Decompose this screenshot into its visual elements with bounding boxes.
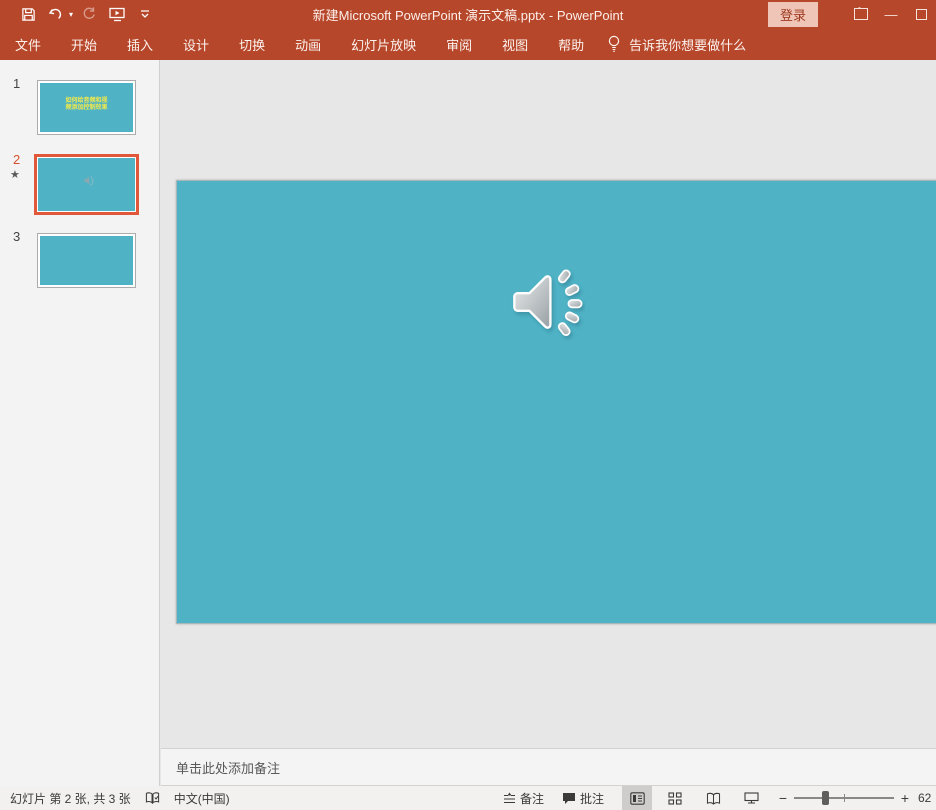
slideshow-icon [744,792,759,805]
tab-help[interactable]: 帮助 [543,28,599,60]
slide-3-number: 3 [13,229,20,244]
ribbon-display-options-icon[interactable] [846,0,876,28]
reading-view-icon [706,792,721,805]
customize-qat-icon[interactable] [133,3,157,25]
slide-thumbnail-panel: 1 如何给音频和视 频添加控制效果 2 ★ 3 [0,60,160,786]
maximize-icon[interactable] [906,0,936,28]
zoom-percentage[interactable]: 62 [914,791,936,805]
tab-review[interactable]: 审阅 [431,28,487,60]
current-slide-canvas[interactable] [176,180,936,624]
zoom-slider-handle[interactable] [822,791,829,805]
slide-editing-area[interactable] [161,60,936,748]
tab-view[interactable]: 视图 [487,28,543,60]
tell-me-label: 告诉我你想要做什么 [629,35,746,54]
slide-sorter-icon [668,792,682,805]
ribbon-tab-bar: 文件 开始 插入 设计 切换 动画 幻灯片放映 审阅 视图 帮助 告诉我你想要做… [0,28,936,60]
slide-3-thumbnail[interactable] [37,233,136,288]
minimize-icon[interactable]: — [876,0,906,28]
notes-pane[interactable]: 单击此处添加备注 [161,748,936,786]
slide-position-indicator[interactable]: 幻灯片 第 2 张, 共 3 张 [10,790,131,807]
notes-icon [503,792,516,804]
mini-audio-icon [83,175,94,186]
reading-view-button[interactable] [698,786,728,810]
zoom-in-button[interactable]: + [896,790,914,806]
comments-toggle[interactable]: 批注 [562,790,604,807]
undo-icon[interactable] [44,3,68,25]
quick-access-toolbar: ▾ [0,3,157,25]
status-bar: 幻灯片 第 2 张, 共 3 张 中文(中国) 备注 批注 [0,786,936,810]
spell-check-icon[interactable] [145,791,160,805]
slide-2-number: 2 [13,152,20,167]
undo-dropdown-icon[interactable]: ▾ [69,10,73,19]
save-icon[interactable] [16,3,40,25]
title-bar: ▾ 新建Microsoft PowerPoint 演示文稿.pptx - Pow… [0,0,936,28]
normal-view-button[interactable] [622,786,652,810]
audio-speaker-icon[interactable] [507,263,585,341]
normal-view-icon [630,792,645,805]
tell-me-box[interactable]: 告诉我你想要做什么 [607,35,746,54]
sign-in-button[interactable]: 登录 [768,2,818,27]
tab-file[interactable]: 文件 [0,28,56,60]
tab-slideshow[interactable]: 幻灯片放映 [336,28,431,60]
zoom-slider[interactable] [794,797,894,799]
slide-2-thumbnail[interactable] [34,154,139,215]
tab-home[interactable]: 开始 [56,28,112,60]
slide-1-number: 1 [13,76,20,91]
slide-1-thumbnail[interactable]: 如何给音频和视 频添加控制效果 [37,80,136,135]
start-from-beginning-icon[interactable] [105,3,129,25]
slideshow-view-button[interactable] [736,786,766,810]
tab-insert[interactable]: 插入 [112,28,168,60]
tab-animations[interactable]: 动画 [280,28,336,60]
zoom-out-button[interactable]: − [774,790,792,806]
slide-1-title-text: 如何给音频和视 频添加控制效果 [38,98,135,112]
notes-toggle[interactable]: 备注 [503,790,544,807]
notes-placeholder: 单击此处添加备注 [176,758,280,777]
lightbulb-icon [607,35,621,53]
powerpoint-window: ▾ 新建Microsoft PowerPoint 演示文稿.pptx - Pow… [0,0,936,810]
redo-icon [77,3,101,25]
tab-design[interactable]: 设计 [168,28,224,60]
slide-sorter-view-button[interactable] [660,786,690,810]
zoom-slider-tick [844,794,845,802]
language-indicator[interactable]: 中文(中国) [174,790,230,807]
slide-2-animation-star-icon: ★ [10,168,20,181]
tab-transitions[interactable]: 切换 [224,28,280,60]
comments-icon [562,792,576,805]
